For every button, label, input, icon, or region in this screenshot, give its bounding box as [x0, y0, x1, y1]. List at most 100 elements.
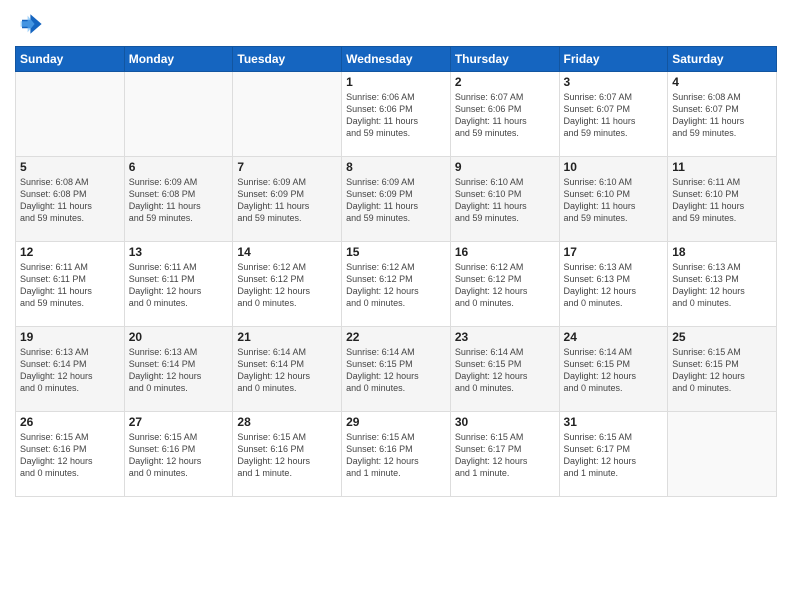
calendar-cell: 5Sunrise: 6:08 AM Sunset: 6:08 PM Daylig…	[16, 157, 125, 242]
calendar-cell: 13 Sunrise: 6:11 AM Sunset: 6:11 PM Dayli…	[124, 242, 233, 327]
day-number: 19	[20, 330, 120, 344]
calendar-cell: 12 Sunrise: 6:11 AM Sunset: 6:11 PM Dayli…	[16, 242, 125, 327]
calendar-table: SundayMondayTuesdayWednesdayThursdayFrid…	[15, 46, 777, 497]
day-info: Sunrise: 6:15 AM Sunset: 6:15 PM Dayligh…	[672, 346, 772, 395]
day-number: 10	[564, 160, 664, 174]
calendar-cell: 1 Sunrise: 6:06 AM Sunset: 6:06 PM Daylig…	[342, 72, 451, 157]
calendar-week-row: 1 Sunrise: 6:06 AM Sunset: 6:06 PM Daylig…	[16, 72, 777, 157]
day-info: Sunrise: 6:15 AM Sunset: 6:16 PM Dayligh…	[346, 431, 446, 480]
day-number: 21	[237, 330, 337, 344]
calendar-cell: 23 Sunrise: 6:14 AM Sunset: 6:15 PM Dayli…	[450, 327, 559, 412]
calendar-cell: 29 Sunrise: 6:15 AM Sunset: 6:16 PM Dayli…	[342, 412, 451, 497]
calendar-cell: 31 Sunrise: 6:15 AM Sunset: 6:17 PM Dayli…	[559, 412, 668, 497]
day-number: 27	[129, 415, 229, 429]
day-number: 6	[129, 160, 229, 174]
day-info: Sunrise: 6:12 AM Sunset: 6:12 PM Dayligh…	[455, 261, 555, 310]
calendar-cell: 11 Sunrise: 6:11 AM Sunset: 6:10 PM Dayli…	[668, 157, 777, 242]
day-number: 1	[346, 75, 446, 89]
calendar-week-row: 5Sunrise: 6:08 AM Sunset: 6:08 PM Daylig…	[16, 157, 777, 242]
day-number: 2	[455, 75, 555, 89]
day-number: 16	[455, 245, 555, 259]
calendar-cell: 17Sunrise: 6:13 AM Sunset: 6:13 PM Dayli…	[559, 242, 668, 327]
day-number: 22	[346, 330, 446, 344]
calendar-cell: 6 Sunrise: 6:09 AM Sunset: 6:08 PM Daylig…	[124, 157, 233, 242]
weekday-header-saturday: Saturday	[668, 47, 777, 72]
day-info: Sunrise: 6:15 AM Sunset: 6:16 PM Dayligh…	[20, 431, 120, 480]
calendar-cell	[668, 412, 777, 497]
calendar-cell: 18 Sunrise: 6:13 AM Sunset: 6:13 PM Dayli…	[668, 242, 777, 327]
day-info: Sunrise: 6:14 AM Sunset: 6:15 PM Dayligh…	[564, 346, 664, 395]
weekday-header-thursday: Thursday	[450, 47, 559, 72]
day-info: Sunrise: 6:11 AM Sunset: 6:10 PM Dayligh…	[672, 176, 772, 225]
day-number: 26	[20, 415, 120, 429]
logo	[15, 10, 47, 38]
day-number: 3	[564, 75, 664, 89]
calendar-cell: 10 Sunrise: 6:10 AM Sunset: 6:10 PM Dayli…	[559, 157, 668, 242]
day-info: Sunrise: 6:14 AM Sunset: 6:14 PM Dayligh…	[237, 346, 337, 395]
day-info: Sunrise: 6:15 AM Sunset: 6:17 PM Dayligh…	[455, 431, 555, 480]
day-number: 29	[346, 415, 446, 429]
day-info: Sunrise: 6:06 AM Sunset: 6:06 PM Dayligh…	[346, 91, 446, 140]
day-number: 15	[346, 245, 446, 259]
calendar-cell: 15Sunrise: 6:12 AM Sunset: 6:12 PM Dayli…	[342, 242, 451, 327]
calendar-cell: 3 Sunrise: 6:07 AM Sunset: 6:07 PM Daylig…	[559, 72, 668, 157]
calendar-cell: 22 Sunrise: 6:14 AM Sunset: 6:15 PM Dayli…	[342, 327, 451, 412]
calendar-cell: 2 Sunrise: 6:07 AM Sunset: 6:06 PM Daylig…	[450, 72, 559, 157]
calendar-cell: 14Sunrise: 6:12 AM Sunset: 6:12 PM Dayli…	[233, 242, 342, 327]
day-number: 5	[20, 160, 120, 174]
day-info: Sunrise: 6:09 AM Sunset: 6:08 PM Dayligh…	[129, 176, 229, 225]
calendar-cell: 27 Sunrise: 6:15 AM Sunset: 6:16 PM Dayli…	[124, 412, 233, 497]
day-number: 25	[672, 330, 772, 344]
day-info: Sunrise: 6:10 AM Sunset: 6:10 PM Dayligh…	[564, 176, 664, 225]
day-number: 8	[346, 160, 446, 174]
calendar-week-row: 26 Sunrise: 6:15 AM Sunset: 6:16 PM Dayli…	[16, 412, 777, 497]
calendar-cell: 4 Sunrise: 6:08 AM Sunset: 6:07 PM Daylig…	[668, 72, 777, 157]
calendar-page: SundayMondayTuesdayWednesdayThursdayFrid…	[0, 0, 792, 612]
day-number: 4	[672, 75, 772, 89]
day-info: Sunrise: 6:14 AM Sunset: 6:15 PM Dayligh…	[346, 346, 446, 395]
calendar-cell	[16, 72, 125, 157]
day-info: Sunrise: 6:07 AM Sunset: 6:07 PM Dayligh…	[564, 91, 664, 140]
weekday-header-sunday: Sunday	[16, 47, 125, 72]
day-info: Sunrise: 6:14 AM Sunset: 6:15 PM Dayligh…	[455, 346, 555, 395]
day-info: Sunrise: 6:11 AM Sunset: 6:11 PM Dayligh…	[129, 261, 229, 310]
day-number: 28	[237, 415, 337, 429]
day-info: Sunrise: 6:13 AM Sunset: 6:14 PM Dayligh…	[20, 346, 120, 395]
calendar-cell: 24Sunrise: 6:14 AM Sunset: 6:15 PM Dayli…	[559, 327, 668, 412]
calendar-week-row: 12 Sunrise: 6:11 AM Sunset: 6:11 PM Dayli…	[16, 242, 777, 327]
calendar-cell: 8Sunrise: 6:09 AM Sunset: 6:09 PM Daylig…	[342, 157, 451, 242]
day-number: 23	[455, 330, 555, 344]
day-info: Sunrise: 6:13 AM Sunset: 6:14 PM Dayligh…	[129, 346, 229, 395]
day-info: Sunrise: 6:08 AM Sunset: 6:07 PM Dayligh…	[672, 91, 772, 140]
day-number: 7	[237, 160, 337, 174]
day-info: Sunrise: 6:11 AM Sunset: 6:11 PM Dayligh…	[20, 261, 120, 310]
header	[15, 10, 777, 38]
weekday-header-wednesday: Wednesday	[342, 47, 451, 72]
day-number: 12	[20, 245, 120, 259]
calendar-cell: 28 Sunrise: 6:15 AM Sunset: 6:16 PM Dayli…	[233, 412, 342, 497]
calendar-cell: 16 Sunrise: 6:12 AM Sunset: 6:12 PM Dayli…	[450, 242, 559, 327]
day-info: Sunrise: 6:12 AM Sunset: 6:12 PM Dayligh…	[237, 261, 337, 310]
day-info: Sunrise: 6:10 AM Sunset: 6:10 PM Dayligh…	[455, 176, 555, 225]
day-number: 17	[564, 245, 664, 259]
day-info: Sunrise: 6:15 AM Sunset: 6:16 PM Dayligh…	[129, 431, 229, 480]
day-number: 11	[672, 160, 772, 174]
calendar-cell	[124, 72, 233, 157]
day-info: Sunrise: 6:15 AM Sunset: 6:16 PM Dayligh…	[237, 431, 337, 480]
day-number: 20	[129, 330, 229, 344]
day-info: Sunrise: 6:09 AM Sunset: 6:09 PM Dayligh…	[237, 176, 337, 225]
calendar-cell: 9Sunrise: 6:10 AM Sunset: 6:10 PM Daylig…	[450, 157, 559, 242]
day-number: 18	[672, 245, 772, 259]
calendar-cell: 25 Sunrise: 6:15 AM Sunset: 6:15 PM Dayli…	[668, 327, 777, 412]
calendar-cell: 20 Sunrise: 6:13 AM Sunset: 6:14 PM Dayli…	[124, 327, 233, 412]
day-info: Sunrise: 6:07 AM Sunset: 6:06 PM Dayligh…	[455, 91, 555, 140]
weekday-header-tuesday: Tuesday	[233, 47, 342, 72]
day-number: 31	[564, 415, 664, 429]
calendar-cell: 19 Sunrise: 6:13 AM Sunset: 6:14 PM Dayli…	[16, 327, 125, 412]
day-info: Sunrise: 6:13 AM Sunset: 6:13 PM Dayligh…	[672, 261, 772, 310]
weekday-header-friday: Friday	[559, 47, 668, 72]
calendar-cell: 21 Sunrise: 6:14 AM Sunset: 6:14 PM Dayli…	[233, 327, 342, 412]
calendar-cell: 7 Sunrise: 6:09 AM Sunset: 6:09 PM Daylig…	[233, 157, 342, 242]
day-info: Sunrise: 6:15 AM Sunset: 6:17 PM Dayligh…	[564, 431, 664, 480]
day-number: 13	[129, 245, 229, 259]
